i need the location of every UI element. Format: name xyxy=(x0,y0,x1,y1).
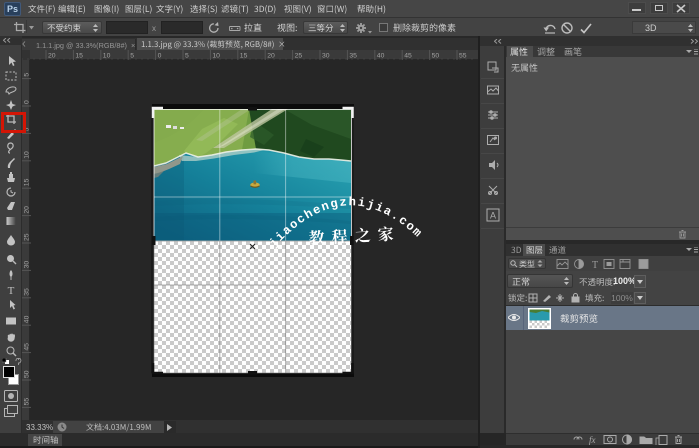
svg-text:10: 10 xyxy=(24,151,31,159)
svg-text:20: 20 xyxy=(24,206,31,214)
svg-text:50: 50 xyxy=(24,370,31,378)
svg-text:55: 55 xyxy=(24,398,31,406)
svg-text:fx: fx xyxy=(589,435,596,445)
svg-text:5: 5 xyxy=(185,53,189,60)
svg-text:0: 0 xyxy=(158,53,162,60)
svg-text:40: 40 xyxy=(377,53,385,60)
svg-text:15: 15 xyxy=(240,53,248,60)
svg-text:50: 50 xyxy=(432,53,440,60)
svg-text:A: A xyxy=(490,211,496,221)
svg-text:40: 40 xyxy=(24,315,31,323)
svg-text:35: 35 xyxy=(24,288,31,296)
svg-text:25: 25 xyxy=(24,233,31,241)
svg-text:45: 45 xyxy=(24,343,31,351)
svg-text:5: 5 xyxy=(130,53,134,60)
svg-text:10: 10 xyxy=(212,53,220,60)
svg-text:30: 30 xyxy=(322,53,330,60)
svg-text:0: 0 xyxy=(24,100,31,104)
svg-text:10: 10 xyxy=(103,53,111,60)
svg-text:35: 35 xyxy=(349,53,357,60)
svg-text:5: 5 xyxy=(24,73,31,77)
svg-text:45: 45 xyxy=(404,53,412,60)
svg-text:T: T xyxy=(592,260,598,270)
svg-text:T: T xyxy=(8,285,15,297)
svg-text:15: 15 xyxy=(24,178,31,186)
svg-text:30: 30 xyxy=(24,261,31,269)
svg-text:25: 25 xyxy=(295,53,303,60)
